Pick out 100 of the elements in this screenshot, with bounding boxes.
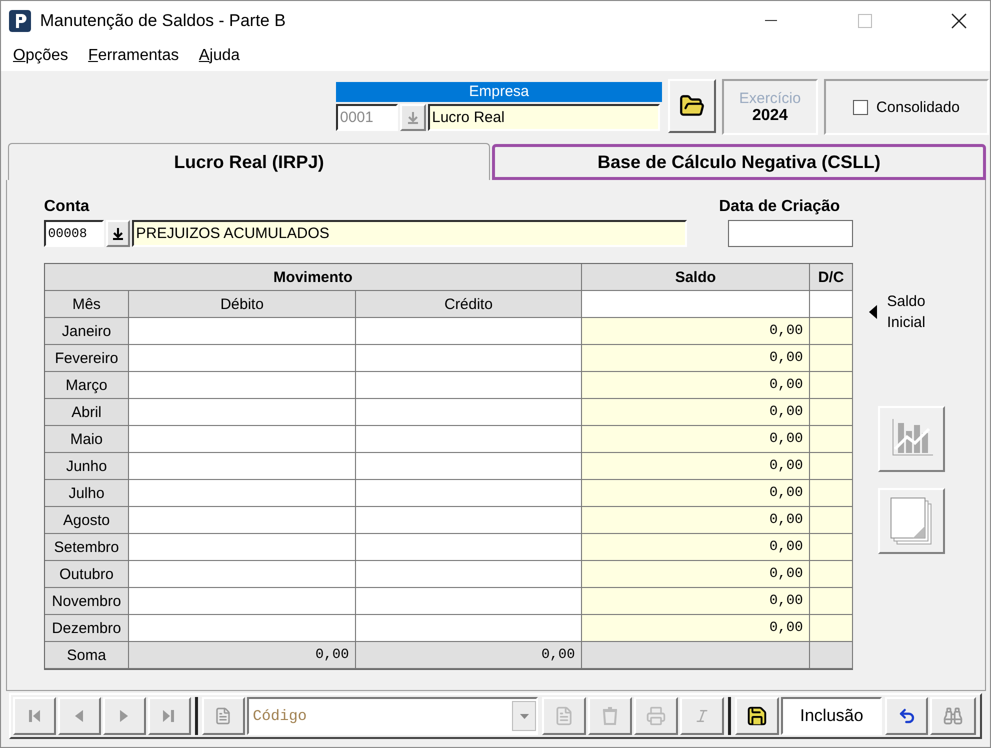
previous-record-button[interactable] [58,697,101,735]
creation-date-field[interactable] [728,220,853,247]
new-document-button[interactable] [202,697,245,735]
table-cell[interactable] [129,588,356,615]
last-record-button[interactable] [148,697,191,735]
table-cell[interactable] [129,345,356,372]
account-name-field[interactable]: PREJUIZOS ACUMULADOS [132,220,687,247]
table-cell[interactable] [810,534,853,561]
tab[interactable]: Base de Cálculo Negativa (CSLL) [492,144,986,180]
first-icon [27,708,42,724]
dropdown-button[interactable] [512,701,536,731]
consolidated-checkbox[interactable] [853,100,868,114]
table-cell[interactable] [810,507,853,534]
table-cell[interactable] [810,372,853,399]
undo-icon [898,707,916,725]
column-header: Crédito [356,291,582,318]
italic-icon [694,708,710,724]
table-cell[interactable] [129,534,356,561]
consolidated-label: Consolidado [876,98,960,116]
table-cell[interactable]: 0,00 [582,345,810,372]
column-header: Saldo [582,264,810,291]
table-cell[interactable] [129,561,356,588]
month-cell: Abril [45,399,129,426]
first-record-button[interactable] [13,697,56,735]
menu-item[interactable]: Ajuda [198,47,240,65]
table-cell[interactable] [129,426,356,453]
table-cell[interactable] [356,318,582,345]
table-cell[interactable]: 0,00 [582,318,810,345]
table-cell[interactable]: 0,00 [582,507,810,534]
company-name-field[interactable]: Lucro Real [428,104,660,131]
document-button[interactable] [542,697,586,735]
table-cell[interactable] [129,507,356,534]
download-arrow-icon [407,110,419,124]
table-cell[interactable]: 0,00 [582,372,810,399]
table-cell[interactable] [356,561,582,588]
table-cell[interactable] [810,345,853,372]
table-cell[interactable] [356,615,582,642]
table-cell[interactable] [356,588,582,615]
table-cell[interactable] [810,480,853,507]
table-cell [810,291,853,318]
search-button[interactable] [930,697,976,735]
pages-button[interactable] [878,488,945,554]
table-cell[interactable] [129,453,356,480]
chart-button[interactable] [878,406,945,472]
mode-field: Inclusão [781,697,882,735]
month-cell: Outubro [45,561,129,588]
company-code-field[interactable]: 0001 [336,104,398,131]
last-icon [162,708,176,724]
table-cell[interactable] [356,372,582,399]
table-cell[interactable] [129,615,356,642]
table-cell[interactable] [356,399,582,426]
account-code-field[interactable]: 00008 [44,220,104,247]
table-cell[interactable]: 0,00 [582,480,810,507]
download-arrow-icon [112,226,124,240]
menu-item[interactable]: Ferramentas [88,47,179,65]
save-icon [746,705,768,727]
table-cell[interactable]: 0,00 [582,453,810,480]
next-record-button[interactable] [102,697,146,735]
close-icon [951,13,967,29]
table-cell[interactable]: 0,00 [582,561,810,588]
printer-icon [646,706,666,726]
table-cell[interactable]: 0,00 [582,615,810,642]
table-cell[interactable] [129,372,356,399]
table-cell[interactable] [356,345,582,372]
save-button[interactable] [735,697,780,735]
table-cell[interactable] [356,480,582,507]
minimize-icon [765,20,777,22]
month-cell: Maio [45,426,129,453]
table-cell[interactable] [810,561,853,588]
table-cell[interactable] [356,534,582,561]
table-cell[interactable]: 0,00 [582,426,810,453]
table-cell[interactable] [129,480,356,507]
delete-button[interactable] [588,697,632,735]
tab[interactable]: Lucro Real (IRPJ) [8,143,490,180]
table-cell[interactable] [356,453,582,480]
table-cell[interactable] [356,426,582,453]
month-cell: Dezembro [45,615,129,642]
table-cell[interactable]: 0,00 [582,399,810,426]
table-cell[interactable] [810,615,853,642]
table-cell[interactable] [129,318,356,345]
table-cell[interactable] [356,507,582,534]
table-cell[interactable] [810,426,853,453]
table-cell[interactable]: 0,00 [582,534,810,561]
print-button[interactable] [634,697,678,735]
italic-button[interactable] [680,697,724,735]
table-cell[interactable] [810,318,853,345]
undo-button[interactable] [885,697,928,735]
month-cell: Setembro [45,534,129,561]
total-label: Soma [45,642,129,669]
open-folder-button[interactable] [668,79,716,133]
table-cell[interactable] [129,399,356,426]
table-cell[interactable] [810,453,853,480]
table-cell[interactable]: 0,00 [582,588,810,615]
table-cell[interactable] [810,588,853,615]
lookup-button[interactable] [106,220,130,247]
column-header: Mês [45,291,129,318]
table-cell[interactable] [810,399,853,426]
menu-item[interactable]: Opções [13,47,68,65]
fiscal-year: 2024 [752,106,788,124]
code-combo[interactable]: Código [246,697,538,735]
